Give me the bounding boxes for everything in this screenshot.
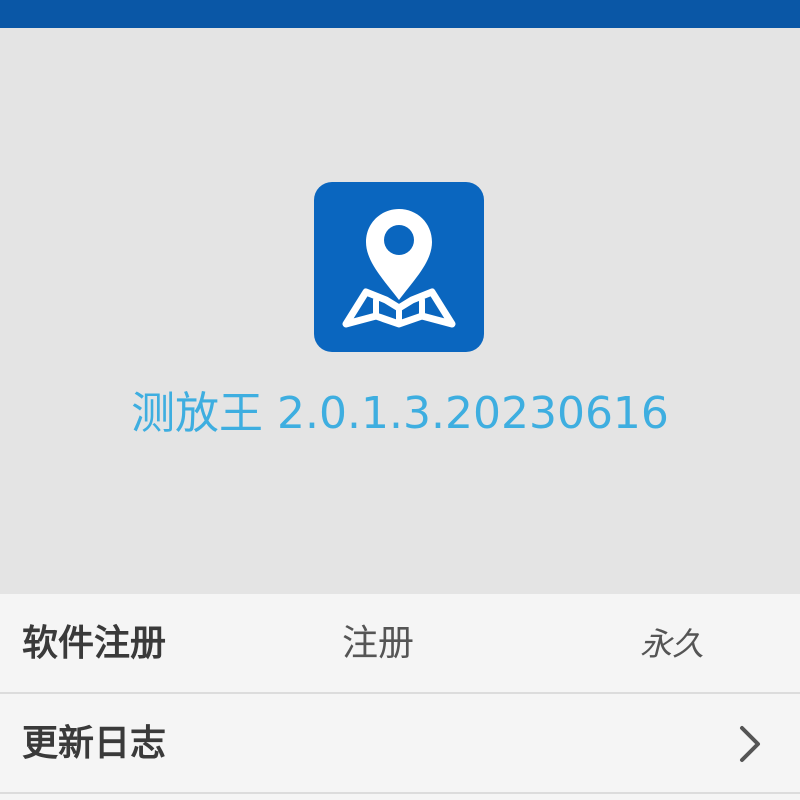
app-logo — [314, 182, 484, 352]
settings-list: 软件注册 注册 永久 更新日志 — [0, 594, 800, 800]
changelog-label: 更新日志 — [22, 723, 167, 764]
register-button[interactable]: 注册 — [342, 594, 414, 694]
map-pin-icon — [342, 209, 456, 328]
chevron-right-icon[interactable] — [730, 724, 770, 764]
changelog-row[interactable]: 更新日志 — [0, 694, 800, 794]
register-row[interactable]: 软件注册 注册 永久 — [0, 594, 800, 694]
about-panel: 测放王 2.0.1.3.20230616 — [0, 28, 800, 594]
license-status: 永久 — [639, 625, 704, 663]
register-label: 软件注册 — [22, 623, 167, 664]
top-status-bar — [0, 0, 800, 28]
app-title: 测放王 2.0.1.3.20230616 — [131, 388, 669, 439]
